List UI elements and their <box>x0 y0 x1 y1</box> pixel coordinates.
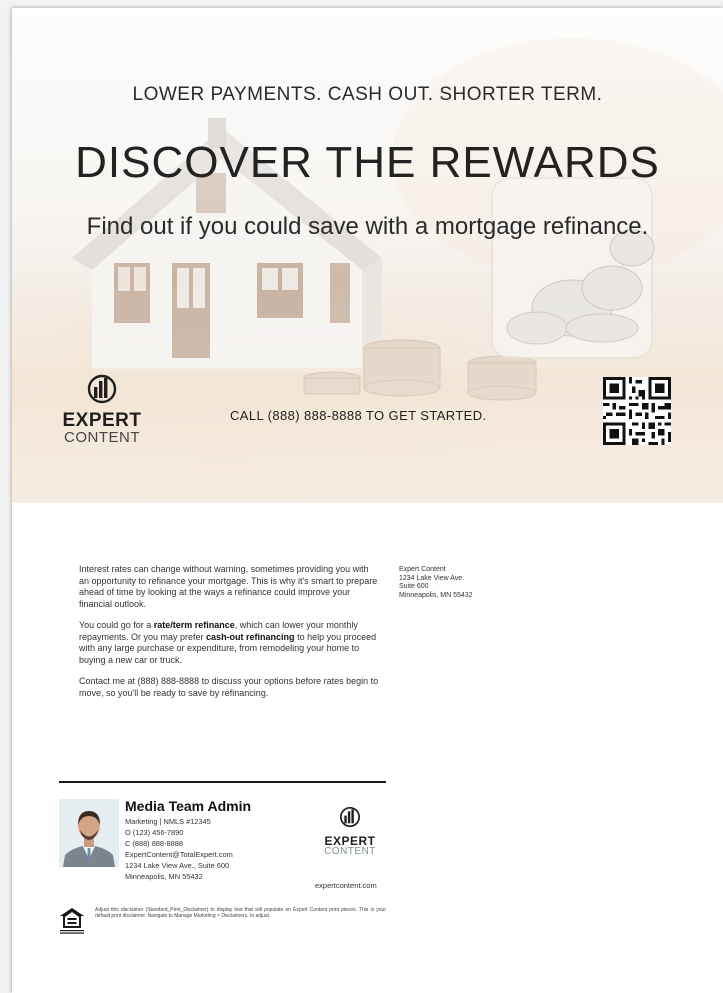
logo-wordmark-bottom: CONTENT <box>324 846 376 857</box>
qr-code-icon[interactable] <box>603 377 671 445</box>
cash-out-refinancing-term: cash-out refinancing <box>206 631 295 642</box>
agent-contact: Marketing | NMLS #12345 O (123) 456-7890… <box>125 816 233 882</box>
body-copy: Interest rates can change without warnin… <box>79 564 379 709</box>
agent-address-1: 1234 Lake View Ave., Suite 600 <box>125 861 230 870</box>
logo-wordmark-bottom: CONTENT <box>64 429 140 446</box>
body-paragraph-2: You could go for a rate/term refinance, … <box>79 620 379 666</box>
address-line: Expert Content <box>399 566 446 573</box>
expert-content-logo-icon <box>87 374 117 404</box>
rate-term-refinance-term: rate/term refinance <box>153 620 235 630</box>
call-to-action: CALL (888) 888-8888 TO GET STARTED. <box>230 408 487 423</box>
agent-title: Marketing | NMLS #12345 <box>125 817 211 826</box>
body-paragraph-3: Contact me at (888) 888-8888 to discuss … <box>79 676 379 698</box>
hero-tagline: LOWER PAYMENTS. CASH OUT. SHORTER TERM. <box>132 84 603 105</box>
agent-office-phone: O (123) 456-7890 <box>125 828 184 837</box>
print-disclaimer: Adjust this disclaimer (Standard_Print_D… <box>95 907 386 920</box>
signature-logo: EXPERT CONTENT <box>317 806 383 857</box>
hero-subheadline: Find out if you could save with a mortga… <box>86 213 649 240</box>
agent-cell-phone: C (888) 888-8888 <box>125 839 183 848</box>
mailing-address: Expert Content 1234 Lake View Ave. Suite… <box>399 566 539 600</box>
hero-banner: LOWER PAYMENTS. CASH OUT. SHORTER TERM. … <box>12 8 723 503</box>
agent-name: Media Team Admin <box>125 798 252 814</box>
flyer-page: LOWER PAYMENTS. CASH OUT. SHORTER TERM. … <box>12 8 723 993</box>
body-paragraph-1: Interest rates can change without warnin… <box>79 564 378 609</box>
hero-headline: DISCOVER THE REWARDS <box>75 138 660 187</box>
agent-avatar <box>59 799 119 867</box>
body-text: You could go for a <box>79 620 154 630</box>
website-link[interactable]: expertcontent.com <box>315 881 377 890</box>
agent-email: ExpertContent@TotalExpert.com <box>125 850 233 859</box>
address-line: Minneapolis, MN 55432 <box>399 591 473 599</box>
agent-address-2: Minneapolis, MN 55432 <box>125 872 203 881</box>
signature-divider <box>59 781 386 783</box>
equal-housing-opportunity-icon <box>60 908 84 934</box>
expert-content-logo-icon <box>339 806 361 828</box>
hero-logo: EXPERT CONTENT <box>60 374 144 445</box>
address-line: 1234 Lake View Ave. <box>399 574 465 582</box>
address-line: Suite 600 <box>399 583 429 591</box>
logo-wordmark-top: EXPERT <box>62 410 142 431</box>
